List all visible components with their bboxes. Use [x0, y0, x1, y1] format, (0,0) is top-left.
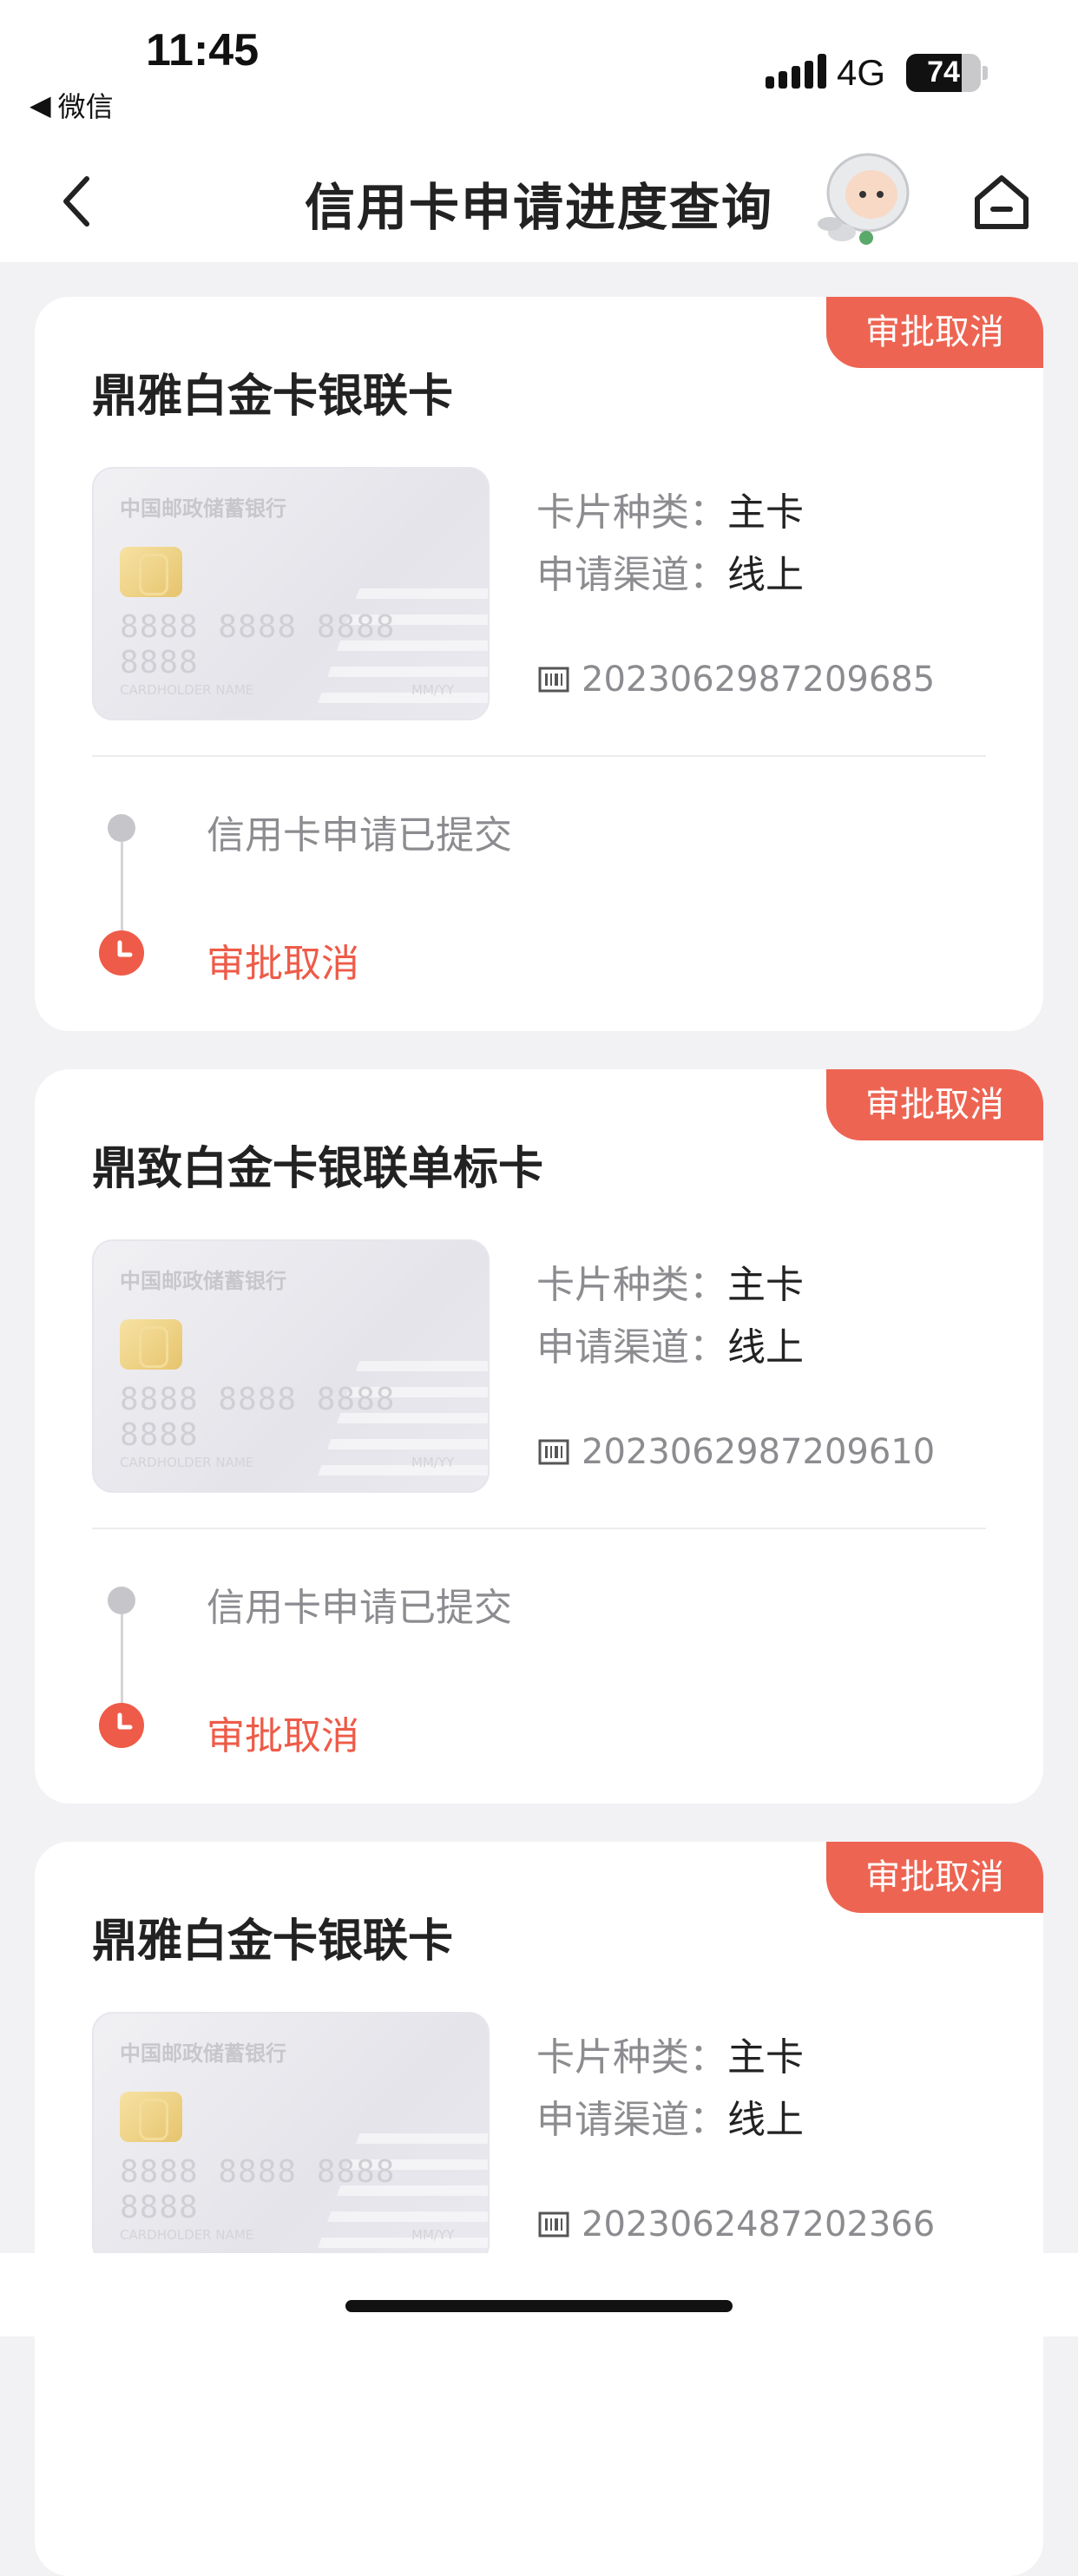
barcode-icon [538, 1439, 569, 1465]
card-product-name: 鼎雅白金卡银联卡 [92, 371, 454, 423]
card-valid: MM/YY [411, 2227, 455, 2243]
clock-icon [99, 930, 144, 976]
card-holder: CARDHOLDER NAME [120, 2227, 254, 2243]
application-card[interactable]: 审批取消 鼎致白金卡银联单标卡 中国邮政储蓄银行 8888 8888 8888 … [35, 1069, 1043, 1804]
divider [92, 755, 986, 757]
battery-icon: 74 [906, 54, 981, 92]
home-button[interactable] [965, 165, 1038, 238]
channel-row: 申请渠道：线上 [536, 1316, 804, 1371]
credit-card-image: 中国邮政储蓄银行 8888 8888 8888 8888 CARDHOLDER … [92, 467, 490, 720]
status-badge: 审批取消 [826, 1842, 1043, 1913]
back-to-app-link[interactable]: ◀ 微信 [30, 85, 114, 125]
card-valid: MM/YY [411, 682, 455, 698]
card-type-value: 主卡 [727, 2035, 804, 2080]
order-number-row: 2023062487202366 [538, 2205, 935, 2244]
chip-icon [120, 1319, 182, 1370]
credit-card-image: 中国邮政储蓄银行 8888 8888 8888 8888 CARDHOLDER … [92, 1239, 490, 1493]
navigation-bar: 信用卡申请进度查询 [0, 148, 1078, 262]
card-type-label: 卡片种类： [536, 1263, 727, 1307]
card-type-value: 主卡 [727, 1263, 804, 1307]
battery-level: 74 [927, 56, 960, 89]
card-bank-name: 中国邮政储蓄银行 [120, 496, 286, 521]
status-bar: 11:45 ◀ 微信 4G 74 [0, 0, 1078, 148]
step-result: 审批取消 [207, 1714, 359, 1758]
mascot-icon[interactable] [811, 148, 922, 248]
step-result: 审批取消 [207, 942, 359, 986]
application-card[interactable]: 审批取消 鼎雅白金卡银联卡 中国邮政储蓄银行 8888 8888 8888 88… [35, 297, 1043, 1031]
application-card[interactable]: 审批取消 鼎雅白金卡银联卡 中国邮政储蓄银行 8888 8888 8888 88… [35, 1842, 1043, 2576]
progress-timeline: 信用卡申请已提交 审批取消 [92, 1555, 960, 1764]
back-app-label: 微信 [57, 90, 114, 123]
card-number: 8888 8888 8888 8888 [120, 1382, 396, 1453]
card-product-name: 鼎致白金卡银联单标卡 [92, 1143, 544, 1195]
barcode-icon [538, 667, 569, 693]
network-type: 4G [837, 52, 886, 93]
order-number: 2023062987209685 [582, 660, 936, 700]
credit-card-image: 中国邮政储蓄银行 8888 8888 8888 8888 CARDHOLDER … [92, 2012, 490, 2265]
progress-timeline: 信用卡申请已提交 审批取消 [92, 783, 960, 991]
card-bank-name: 中国邮政储蓄银行 [120, 2041, 286, 2066]
step-dot-icon [108, 1587, 135, 1614]
channel-row: 申请渠道：线上 [536, 543, 804, 599]
order-number-row: 2023062987209610 [538, 1432, 935, 1472]
chip-icon [120, 2092, 182, 2142]
chip-icon [120, 547, 182, 597]
step-submitted: 信用卡申请已提交 [207, 1586, 512, 1630]
card-holder: CARDHOLDER NAME [120, 1455, 254, 1470]
card-bank-name: 中国邮政储蓄银行 [120, 1269, 286, 1293]
home-icon [975, 175, 1029, 229]
card-type-row: 卡片种类：主卡 [536, 481, 804, 536]
status-badge: 审批取消 [826, 297, 1043, 368]
order-number-row: 2023062987209685 [538, 660, 935, 700]
card-type-label: 卡片种类： [536, 2035, 727, 2080]
card-type-value: 主卡 [727, 490, 804, 535]
channel-label: 申请渠道： [536, 2098, 727, 2142]
signal-icon [766, 54, 826, 89]
channel-value: 线上 [727, 2098, 804, 2142]
card-type-row: 卡片种类：主卡 [536, 2026, 804, 2081]
step-submitted: 信用卡申请已提交 [207, 813, 512, 858]
channel-value: 线上 [727, 1325, 804, 1370]
card-holder: CARDHOLDER NAME [120, 682, 254, 698]
channel-label: 申请渠道： [536, 1325, 727, 1370]
card-product-name: 鼎雅白金卡银联卡 [92, 1916, 454, 1968]
card-type-label: 卡片种类： [536, 490, 727, 535]
card-valid: MM/YY [411, 1455, 455, 1470]
home-indicator-area [0, 2253, 1078, 2336]
step-dot-icon [108, 814, 135, 842]
channel-row: 申请渠道：线上 [536, 2088, 804, 2144]
clock-icon [99, 1703, 144, 1748]
channel-value: 线上 [727, 553, 804, 597]
home-indicator[interactable] [345, 2300, 733, 2312]
barcode-icon [538, 2211, 569, 2238]
status-badge: 审批取消 [826, 1069, 1043, 1140]
divider [92, 1528, 986, 1529]
order-number: 2023062487202366 [582, 2205, 936, 2244]
order-number: 2023062987209610 [582, 1432, 936, 1472]
card-type-row: 卡片种类：主卡 [536, 1253, 804, 1309]
card-number: 8888 8888 8888 8888 [120, 609, 396, 680]
status-time: 11:45 [146, 25, 260, 76]
triangle-left-icon: ◀ [30, 89, 51, 122]
channel-label: 申请渠道： [536, 553, 727, 597]
card-number: 8888 8888 8888 8888 [120, 2154, 396, 2225]
